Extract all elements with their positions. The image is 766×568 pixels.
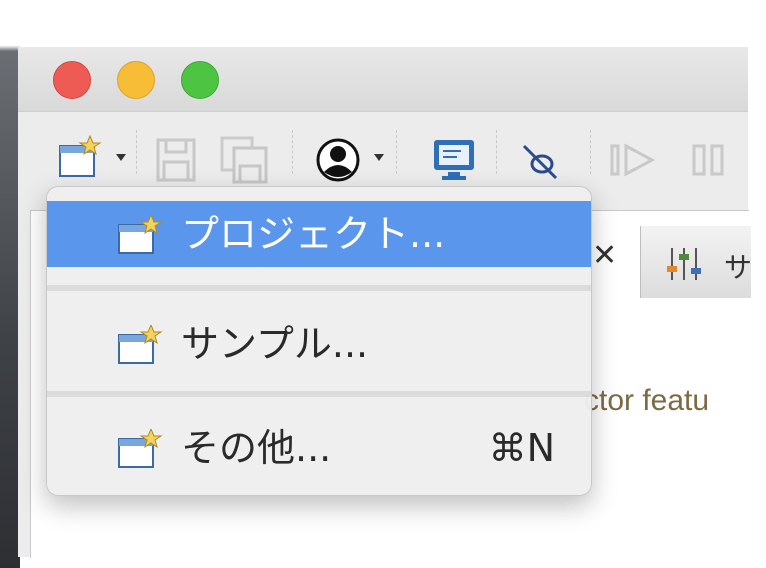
menu-item-label: その他... — [181, 426, 332, 470]
new-wizard-icon — [117, 427, 163, 473]
menu-separator — [47, 391, 591, 397]
suspend-button[interactable] — [686, 136, 734, 188]
new-wizard-icon — [117, 213, 163, 259]
save-all-icon — [220, 136, 268, 184]
toolbar-separator — [496, 130, 498, 174]
new-wizard-dropdown-menu: プロジェクト... サンプル... その他... ⌘N — [46, 186, 592, 496]
monitor-icon — [434, 140, 474, 180]
user-icon — [316, 138, 360, 182]
chevron-down-icon[interactable] — [116, 154, 126, 161]
new-wizard-icon — [117, 323, 163, 369]
menu-item-shortcut: ⌘N — [488, 426, 555, 470]
minimize-window-button[interactable] — [117, 61, 155, 99]
pause-icon — [692, 144, 724, 176]
account-button[interactable] — [314, 136, 362, 188]
close-window-button[interactable] — [53, 61, 91, 99]
title-bar — [18, 47, 748, 112]
zoom-window-button[interactable] — [181, 61, 219, 99]
desktop-background — [0, 0, 20, 568]
toolbar-separator — [590, 130, 592, 174]
menu-item-label: プロジェクト... — [181, 212, 446, 256]
main-toolbar — [18, 112, 748, 184]
resume-button[interactable] — [608, 136, 664, 188]
tab-label: サ — [724, 251, 753, 284]
new-wizard-icon — [59, 134, 102, 177]
close-icon[interactable]: ✕ — [592, 238, 617, 273]
new-wizard-button[interactable] — [56, 134, 104, 186]
editor-text: ctor featu — [584, 384, 710, 417]
toolbar-separator — [396, 130, 398, 174]
breakpoint-icon — [522, 144, 558, 180]
chevron-down-icon[interactable] — [374, 154, 384, 161]
save-button[interactable] — [152, 136, 200, 188]
skip-breakpoints-button[interactable] — [516, 136, 564, 188]
toolbar-separator — [136, 130, 138, 174]
toolbar-separator — [292, 130, 294, 174]
console-button[interactable] — [430, 136, 478, 188]
resume-icon — [610, 143, 656, 177]
menu-separator — [47, 285, 591, 291]
sliders-icon — [667, 248, 701, 280]
menu-item-samples[interactable]: サンプル... — [47, 311, 591, 377]
save-icon — [156, 138, 196, 182]
menu-item-other[interactable]: その他... ⌘N — [47, 415, 591, 481]
menu-item-label: サンプル... — [181, 322, 369, 366]
menu-item-project[interactable]: プロジェクト... — [47, 201, 591, 267]
save-all-button[interactable] — [218, 136, 270, 188]
